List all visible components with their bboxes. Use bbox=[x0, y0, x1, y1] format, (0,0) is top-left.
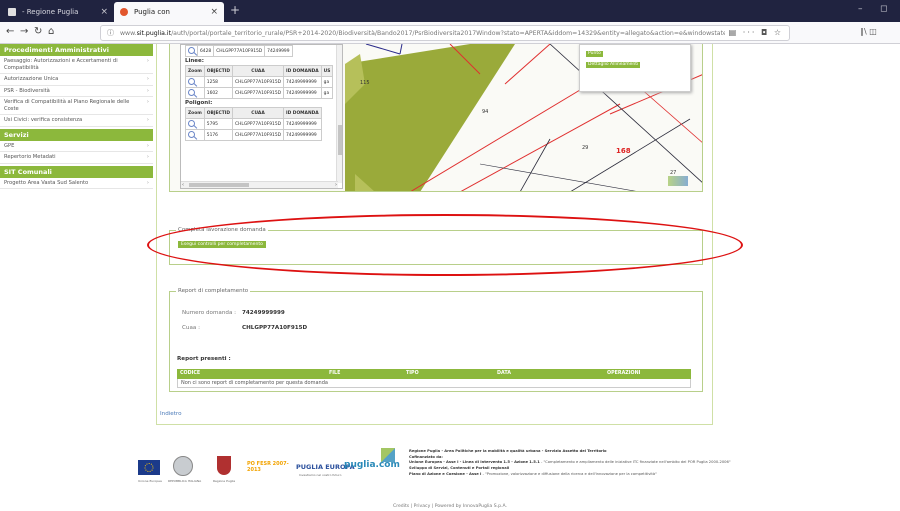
cuaa-value: CHLGPP77A10F915D bbox=[242, 325, 308, 331]
sidebar-item-usi-civici[interactable]: Usi Civici: verifica consistenza › bbox=[0, 115, 153, 127]
page-actions-icon[interactable]: ▤ ··· ◘ ☆ bbox=[724, 28, 783, 37]
close-tab-icon[interactable]: × bbox=[100, 7, 108, 17]
scroll-right-icon[interactable]: › bbox=[335, 182, 337, 188]
regione-puglia-crest-icon bbox=[217, 456, 231, 475]
home-icon[interactable]: ⌂ bbox=[48, 26, 54, 37]
chevron-right-icon: › bbox=[146, 76, 149, 82]
sidebar: Procedimenti Amministrativi Paesaggio: A… bbox=[0, 44, 153, 189]
zoom-icon[interactable] bbox=[188, 46, 195, 54]
zoom-icon[interactable] bbox=[188, 88, 195, 96]
sidebar-item-psr[interactable]: PSR - Biodiversità › bbox=[0, 86, 153, 97]
table-row: 1602 CHLGPP77A10F915D 74249999999 ga bbox=[185, 87, 334, 99]
eu-flag-icon bbox=[138, 460, 160, 475]
numero-domanda-value: 74249999999 bbox=[242, 310, 285, 316]
table-row: 5795 CHLGPP77A10F915D 74249999999 bbox=[185, 118, 322, 130]
tab-title: - Regione Puglia bbox=[22, 8, 79, 16]
logo-caption: Investiamo nel vostro futuro bbox=[299, 473, 342, 477]
chevron-right-icon: › bbox=[146, 87, 149, 94]
map-viewer[interactable]: 6428 CHLGPP77A10F915D 74249999 Linee: Zo… bbox=[169, 44, 703, 192]
parcel-label-highlight: 168 bbox=[616, 147, 631, 155]
feature-table-panel: 6428 CHLGPP77A10F915D 74249999 Linee: Zo… bbox=[180, 44, 343, 189]
lines-title: Linee: bbox=[185, 58, 204, 64]
footer-text: Regione Puglia - Area Politiche per la m… bbox=[409, 449, 769, 478]
column-header: TIPO bbox=[406, 371, 419, 376]
polygons-table: Zoom OBJECTID CUAA ID DOMANDA 5795 CHLGPP77A… bbox=[185, 107, 322, 141]
sidebar-item-metadati[interactable]: Repertorio Metadati › bbox=[0, 152, 153, 164]
polygons-title: Poligoni: bbox=[185, 100, 213, 106]
report-presenti-title: Report presenti : bbox=[177, 356, 231, 362]
browser-tab-bar: - Regione Puglia × Puglia con × + – ◻ bbox=[0, 0, 900, 22]
credits-links[interactable]: Credits | Privacy | Powered by InnovaPug… bbox=[0, 504, 900, 509]
maximize-button[interactable]: ◻ bbox=[880, 4, 887, 14]
info-icon[interactable]: ⓘ bbox=[107, 28, 114, 38]
new-tab-button[interactable]: + bbox=[230, 3, 240, 17]
parcel-label: 29 bbox=[582, 145, 589, 151]
navigation-bar: ← → ↻ ⌂ ⓘ www.sit.puglia.it/auth/portal/… bbox=[0, 22, 900, 44]
report-empty-row: Non ci sono report di completamento per … bbox=[177, 379, 691, 388]
logo-caption: REPUBBLICA ITALIANA bbox=[168, 479, 202, 483]
close-tab-icon[interactable]: × bbox=[210, 7, 218, 17]
po-fesr-logo: PO FESR 2007-2013 bbox=[247, 461, 289, 473]
chevron-right-icon: › bbox=[146, 179, 149, 186]
url-bar[interactable]: ⓘ www.sit.puglia.it/auth/portal/portale_… bbox=[100, 25, 790, 41]
cuaa-row: Cuaa : CHLGPP77A10F915D bbox=[182, 325, 308, 331]
minimize-button[interactable]: – bbox=[858, 4, 863, 14]
legend-dettaglio-button[interactable]: Dettaglio Allineamenti bbox=[586, 62, 641, 68]
top-rows-table: 6428 CHLGPP77A10F915D 74249999 bbox=[185, 45, 293, 57]
chevron-right-icon: › bbox=[146, 99, 149, 105]
indietro-link[interactable]: Indietro bbox=[160, 411, 182, 417]
report-table-header: CODICE FILE TIPO DATA OPERAZIONI bbox=[177, 369, 691, 379]
zoom-icon[interactable] bbox=[188, 119, 195, 127]
table-row: 1258 CHLGPP77A10F915D 74249999999 ga bbox=[185, 76, 334, 88]
sidebar-item-area-vasta[interactable]: Progetto Area Vasta Sud Salento › bbox=[0, 178, 153, 189]
sidebar-item-verifica[interactable]: Verifica di Compatibilità al Piano Regio… bbox=[0, 97, 153, 115]
favicon-icon bbox=[8, 8, 16, 16]
table-row: 6428 CHLGPP77A10F915D 74249999 bbox=[185, 45, 293, 57]
sidebar-section-title: Servizi bbox=[0, 128, 153, 141]
lines-table: Zoom OBJECTID CUAA ID DOMANDA US 1258 CHLGPP7… bbox=[185, 65, 334, 99]
sit-logo-icon bbox=[381, 448, 395, 462]
tab-regione-puglia[interactable]: - Regione Puglia × bbox=[2, 2, 114, 22]
italian-emblem-icon bbox=[173, 456, 193, 476]
numero-domanda-row: Numero domanda :74249999999 bbox=[182, 310, 285, 316]
column-header: DATA bbox=[497, 371, 511, 376]
column-header: OPERAZIONI bbox=[607, 371, 641, 376]
zoom-icon[interactable] bbox=[188, 77, 195, 85]
chevron-right-icon: › bbox=[146, 58, 149, 64]
forward-icon[interactable]: → bbox=[20, 26, 28, 37]
annotation-ellipse bbox=[147, 214, 743, 276]
scroll-left-icon[interactable]: ‹ bbox=[182, 182, 184, 188]
north-logo-icon bbox=[668, 176, 688, 186]
column-header: FILE bbox=[329, 371, 341, 376]
parcel-label: 94 bbox=[482, 109, 489, 115]
logo-caption: Unione Europea bbox=[138, 479, 162, 483]
report-legend: Report di completamento bbox=[176, 288, 251, 294]
parcel-label: 115 bbox=[360, 80, 370, 86]
library-icon[interactable]: ∥\ ◫ bbox=[860, 27, 877, 36]
back-icon[interactable]: ← bbox=[6, 26, 14, 37]
legend-punto-button[interactable]: Punto bbox=[586, 51, 603, 57]
logo-caption: Regione Puglia bbox=[213, 479, 236, 483]
tab-puglia-con[interactable]: Puglia con × bbox=[114, 2, 224, 22]
sidebar-item-autorizzazione[interactable]: Autorizzazione Unica › bbox=[0, 74, 153, 86]
tab-title: Puglia con bbox=[134, 8, 170, 16]
favicon-icon bbox=[120, 8, 128, 16]
sidebar-item-gpe[interactable]: GPE › bbox=[0, 141, 153, 152]
map-legend-panel: Punto Dettaglio Allineamenti bbox=[579, 44, 691, 92]
reload-icon[interactable]: ↻ bbox=[34, 26, 42, 37]
chevron-right-icon: › bbox=[146, 142, 149, 149]
chevron-right-icon: › bbox=[146, 154, 149, 160]
sidebar-item-paesaggio[interactable]: Paesaggio: Autorizzazioni e Accertamenti… bbox=[0, 56, 153, 74]
sidebar-section-title: Procedimenti Amministrativi bbox=[0, 44, 153, 56]
url-text[interactable]: www.sit.puglia.it/auth/portal/portale_te… bbox=[120, 30, 754, 37]
vertical-scrollbar[interactable] bbox=[336, 45, 342, 183]
zoom-icon[interactable] bbox=[188, 130, 195, 138]
column-header: CODICE bbox=[180, 371, 201, 376]
sidebar-section-title: SIT Comunali bbox=[0, 165, 153, 178]
horizontal-scrollbar[interactable]: ‹ › bbox=[181, 181, 338, 188]
table-row: 5176 CHLGPP77A10F915D 74249999999 bbox=[185, 129, 322, 141]
chevron-right-icon: › bbox=[146, 117, 149, 123]
footer-line: Piano di Azione e Coesione - Asse I - "P… bbox=[409, 471, 657, 476]
